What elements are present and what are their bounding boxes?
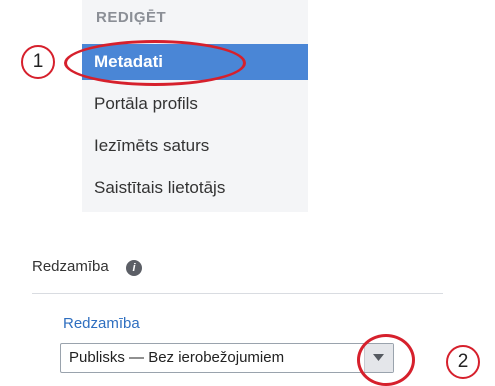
callout-number-2: 2: [446, 345, 480, 379]
visibility-select[interactable]: Publisks — Bez ierobežojumiem: [60, 343, 394, 373]
visibility-section-label: Redzamība: [32, 258, 109, 275]
info-icon[interactable]: i: [126, 260, 142, 276]
menu-item-saistitais-lietotajs[interactable]: Saistītais lietotājs: [82, 170, 308, 206]
visibility-field-label: Redzamība: [63, 315, 140, 332]
callout-number-1: 1: [21, 45, 55, 79]
section-divider: [32, 293, 443, 294]
highlight-ellipse-dropdown: [357, 334, 415, 386]
menu-item-iezimets-saturs[interactable]: Iezīmēts saturs: [82, 128, 308, 164]
menu-heading: REDIĢĒT: [96, 9, 167, 26]
edit-menu: REDIĢĒT Metadati Portāla profils Iezīmēt…: [82, 0, 308, 212]
menu-item-portala-profils[interactable]: Portāla profils: [82, 86, 308, 122]
highlight-ellipse-metadati: [64, 40, 246, 86]
visibility-select-value: Publisks — Bez ierobežojumiem: [69, 349, 285, 366]
